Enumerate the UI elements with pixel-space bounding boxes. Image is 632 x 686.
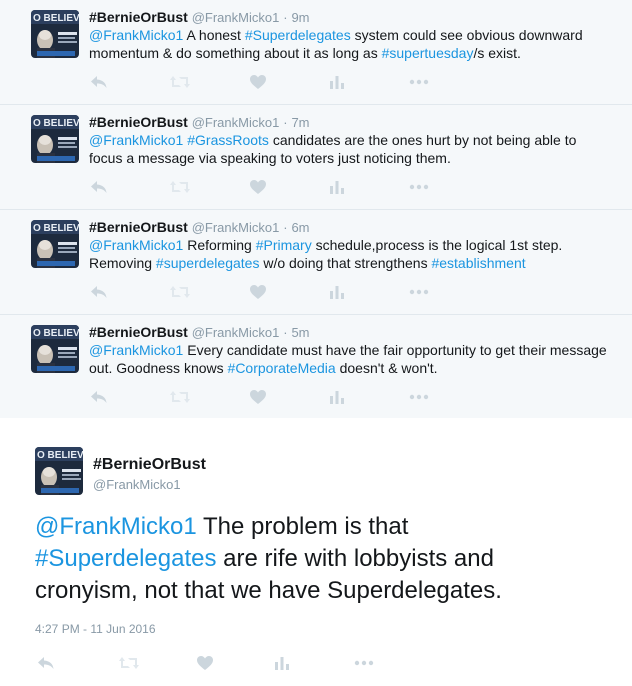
reply-icon[interactable] [89, 283, 111, 301]
avatar[interactable]: O BELIEV [31, 115, 79, 163]
text-segment: /s exist. [473, 45, 521, 61]
analytics-icon[interactable] [329, 178, 351, 196]
tweet-actions [89, 73, 449, 91]
thread-tweet[interactable]: O BELIEV #BernieOrBust @FrankMicko1 · 5m… [0, 315, 632, 420]
avatar[interactable]: O BELIEV [35, 447, 83, 495]
tweet-header: #BernieOrBust @FrankMicko1 · 7m [89, 114, 310, 131]
hashtag-link[interactable]: #Superdelegates [35, 545, 216, 572]
hashtag-link[interactable]: #supertuesday [382, 45, 474, 61]
svg-text:O BELIEV: O BELIEV [33, 13, 79, 24]
display-name[interactable]: #BernieOrBust [89, 324, 188, 340]
tweet-header: #BernieOrBust @FrankMicko1 · 9m [89, 9, 310, 26]
retweet-icon[interactable] [169, 73, 191, 91]
like-icon[interactable] [249, 178, 271, 196]
thread-tweet[interactable]: O BELIEV #BernieOrBust @FrankMicko1 · 9m… [0, 0, 632, 105]
like-icon[interactable] [196, 654, 218, 672]
svg-text:O BELIEV: O BELIEV [33, 328, 79, 339]
tweet-text: @FrankMicko1 The problem is that #Superd… [35, 511, 595, 607]
tweet-text: @FrankMicko1 Every candidate must have t… [89, 341, 609, 377]
separator-dot: · [283, 325, 288, 340]
tweet-time[interactable]: 9m [291, 10, 309, 25]
hashtag-link[interactable]: #GrassRoots [187, 132, 269, 148]
tweet-actions [89, 388, 449, 406]
display-name[interactable]: #BernieOrBust [89, 9, 188, 25]
separator-dot: · [283, 115, 288, 130]
tweet-header: #BernieOrBust @FrankMicko1 · 5m [89, 324, 310, 341]
display-name[interactable]: #BernieOrBust [89, 114, 188, 130]
analytics-icon[interactable] [329, 73, 351, 91]
text-segment: doesn't & won't. [335, 360, 438, 376]
separator-dot: · [283, 10, 288, 25]
tweet-time[interactable]: 6m [291, 220, 309, 235]
tweet-text: @FrankMicko1 #GrassRoots candidates are … [89, 131, 609, 167]
hashtag-link[interactable]: #superdelegates [156, 255, 260, 271]
display-name[interactable]: #BernieOrBust [89, 219, 188, 235]
avatar[interactable]: O BELIEV [31, 220, 79, 268]
text-segment: A honest [183, 27, 245, 43]
tweet-actions [36, 654, 416, 672]
retweet-icon[interactable] [118, 654, 140, 672]
more-icon[interactable] [409, 178, 431, 196]
like-icon[interactable] [249, 283, 271, 301]
retweet-icon[interactable] [169, 283, 191, 301]
reply-icon[interactable] [89, 178, 111, 196]
reply-icon[interactable] [36, 654, 58, 672]
analytics-icon[interactable] [329, 388, 351, 406]
mention-link[interactable]: @FrankMicko1 [35, 513, 197, 540]
hashtag-link[interactable]: #Primary [256, 237, 312, 253]
more-icon[interactable] [354, 654, 376, 672]
username[interactable]: @FrankMicko1 [93, 477, 181, 493]
reply-icon[interactable] [89, 73, 111, 91]
analytics-icon[interactable] [329, 283, 351, 301]
tweet-timestamp[interactable]: 4:27 PM - 11 Jun 2016 [35, 622, 156, 636]
retweet-icon[interactable] [169, 388, 191, 406]
hashtag-link[interactable]: #establishment [431, 255, 525, 271]
more-icon[interactable] [409, 388, 431, 406]
tweet-header: #BernieOrBust @FrankMicko1 · 6m [89, 219, 310, 236]
tweet-text: @FrankMicko1 Reforming #Primary schedule… [89, 236, 609, 272]
conversation-thread: O BELIEV #BernieOrBust @FrankMicko1 · 9m… [0, 0, 632, 420]
reply-icon[interactable] [89, 388, 111, 406]
text-segment: Reforming [183, 237, 256, 253]
tweet-actions [89, 178, 449, 196]
tweet-text: @FrankMicko1 A honest #Superdelegates sy… [89, 26, 609, 62]
like-icon[interactable] [249, 388, 271, 406]
mention-link[interactable]: @FrankMicko1 [89, 237, 183, 253]
text-segment: The problem is that [196, 513, 409, 540]
analytics-icon[interactable] [274, 654, 296, 672]
more-icon[interactable] [409, 283, 431, 301]
more-icon[interactable] [409, 73, 431, 91]
avatar[interactable]: O BELIEV [31, 325, 79, 373]
username[interactable]: @FrankMicko1 [192, 10, 280, 25]
thread-tweet[interactable]: O BELIEV #BernieOrBust @FrankMicko1 · 7m… [0, 105, 632, 210]
username[interactable]: @FrankMicko1 [192, 325, 280, 340]
tweet-actions [89, 283, 449, 301]
mention-link[interactable]: @FrankMicko1 [89, 342, 183, 358]
text-segment: w/o doing that strengthens [259, 255, 432, 271]
thread-tweet[interactable]: O BELIEV #BernieOrBust @FrankMicko1 · 6m… [0, 210, 632, 315]
separator-dot: · [283, 220, 288, 235]
svg-text:O BELIEV: O BELIEV [37, 450, 83, 461]
hashtag-link[interactable]: #CorporateMedia [228, 360, 336, 376]
tweet-time[interactable]: 5m [291, 325, 309, 340]
like-icon[interactable] [249, 73, 271, 91]
focused-tweet: O BELIEV #BernieOrBust @FrankMicko1 @Fra… [0, 418, 632, 686]
username[interactable]: @FrankMicko1 [192, 115, 280, 130]
retweet-icon[interactable] [169, 178, 191, 196]
username[interactable]: @FrankMicko1 [192, 220, 280, 235]
mention-link[interactable]: @FrankMicko1 [89, 132, 183, 148]
svg-text:O BELIEV: O BELIEV [33, 118, 79, 129]
display-name[interactable]: #BernieOrBust [93, 455, 206, 475]
tweet-time[interactable]: 7m [291, 115, 309, 130]
svg-text:O BELIEV: O BELIEV [33, 223, 79, 234]
hashtag-link[interactable]: #Superdelegates [245, 27, 351, 43]
avatar[interactable]: O BELIEV [31, 10, 79, 58]
mention-link[interactable]: @FrankMicko1 [89, 27, 183, 43]
